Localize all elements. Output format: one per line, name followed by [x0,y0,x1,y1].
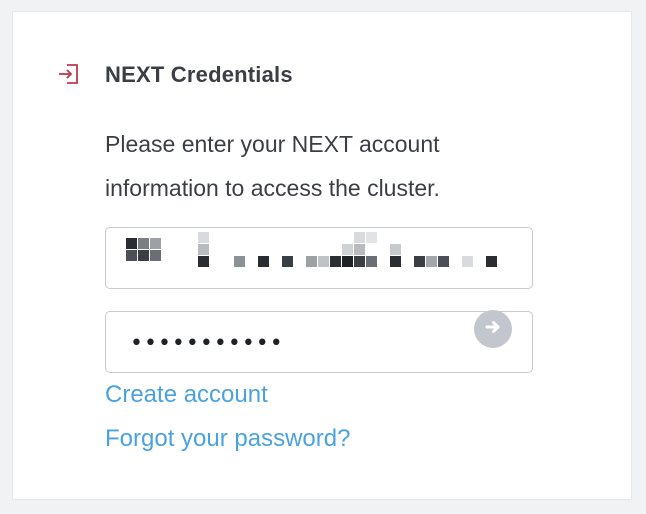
create-account-link[interactable]: Create account [105,381,268,409]
pixel-block [150,250,161,261]
arrow-right-icon [482,316,504,343]
pixelated-username [126,232,506,274]
pixel-block [426,256,437,267]
pixel-block [354,232,365,243]
pixel-block [306,256,317,267]
page-title: NEXT Credentials [105,62,293,87]
pixel-block [366,232,377,243]
pixel-block [282,256,293,267]
pixel-block [198,256,209,267]
pixel-block [414,256,425,267]
pixel-block [342,244,353,255]
login-icon [57,62,81,86]
pixel-block [342,256,353,267]
pixel-block [138,238,149,249]
pixel-block [438,256,449,267]
pixel-block [198,232,209,243]
pixel-block [354,256,365,267]
pixel-block [150,238,161,249]
pixel-block [366,256,377,267]
password-dots: ••••••••••• [130,331,284,356]
header [57,62,81,86]
pixel-block [126,250,137,261]
pixel-block [330,256,341,267]
credentials-card: NEXT Credentials Please enter your NEXT … [12,11,632,500]
pixel-block [234,256,245,267]
pixel-block [390,244,401,255]
pixel-block [198,244,209,255]
description-text: Please enter your NEXT account informati… [105,131,440,201]
pixel-block [138,250,149,261]
submit-button[interactable] [474,310,512,348]
pixel-block [486,256,497,267]
password-input[interactable]: ••••••••••• [105,310,533,373]
username-input[interactable] [105,227,533,289]
pixel-block [258,256,269,267]
pixel-block [126,238,137,249]
pixel-block [354,244,365,255]
pixel-block [390,256,401,267]
pixel-block [318,256,329,267]
pixel-block [462,256,473,267]
forgot-password-link[interactable]: Forgot your password? [105,425,350,453]
